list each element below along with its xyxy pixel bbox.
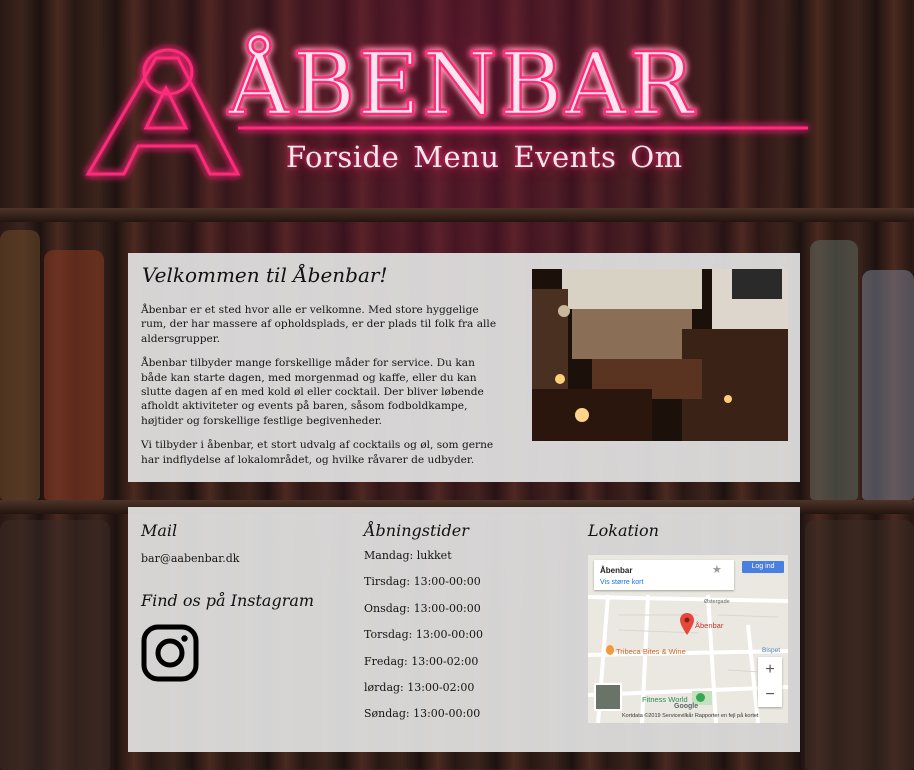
nav-item-menu[interactable]: Menu — [413, 140, 499, 174]
zoom-out-button[interactable]: − — [758, 682, 782, 707]
welcome-title: Velkommen til Åbenbar! — [142, 263, 388, 287]
hours-column: Åbningstider Mandag: lukket Tirsdag: 13:… — [364, 521, 483, 728]
google-logo: Google — [674, 703, 699, 710]
welcome-text: Åbenbar er et sted hvor alle er velkomne… — [141, 303, 501, 477]
map-pin-icon[interactable] — [680, 613, 694, 639]
hours-item: Onsdag: 13:00-00:00 — [364, 601, 481, 615]
area-label: Bispet — [762, 647, 781, 654]
instagram-title: Find os på Instagram — [141, 591, 315, 610]
hours-item: Torsdag: 13:00-00:00 — [364, 628, 483, 642]
bar-interior-photo — [532, 269, 788, 441]
map-larger-link[interactable]: Vis større kort — [600, 579, 643, 586]
welcome-paragraph: Vi tilbyder i åbenbar, et stort udvalg a… — [141, 439, 494, 466]
welcome-paragraph: Åbenbar tilbyder mange forskellige måder… — [141, 357, 484, 427]
welcome-panel: Velkommen til Åbenbar! Åbenbar er et ste… — [128, 253, 800, 482]
location-title: Lokation — [588, 521, 659, 540]
shelf — [0, 208, 914, 222]
bottle — [862, 270, 914, 500]
hours-item: Mandag: lukket — [364, 549, 452, 562]
logo-text: ÅBENBAR — [227, 34, 696, 135]
star-icon[interactable]: ★ — [712, 563, 722, 576]
poi-label: Tribeca Bites & Wine — [616, 647, 686, 656]
nav-item-forside[interactable]: Forside — [286, 140, 399, 174]
satellite-toggle[interactable] — [594, 683, 622, 711]
hours-item: lørdag: 13:00-02:00 — [364, 680, 475, 694]
glasses — [805, 520, 914, 770]
mail-address[interactable]: bar@aabenbar.dk — [141, 552, 314, 565]
zoom-in-button[interactable]: + — [758, 657, 782, 682]
welcome-paragraph: Åbenbar er et sted hvor alle er velkomne… — [141, 304, 497, 345]
hours-item: Tirsdag: 13:00-00:00 — [364, 575, 481, 589]
footer-panel: Mail bar@aabenbar.dk Find os på Instagra… — [128, 507, 800, 752]
main-nav: Forside Menu Events Om — [286, 140, 683, 174]
map-credits: Kortdata ©2019 Servicevilkår Rapporter e… — [622, 713, 759, 719]
gym-icon — [696, 693, 705, 702]
restaurant-icon — [606, 645, 614, 655]
bottle — [0, 230, 40, 500]
embedded-map[interactable]: Åbenbar Vis større kort ★ Log ind Østerg… — [588, 555, 788, 723]
street-label: Østergade — [704, 599, 730, 605]
nav-item-events[interactable]: Events — [513, 140, 616, 174]
hours-item: Søndag: 13:00-00:00 — [364, 707, 481, 721]
mail-title: Mail — [141, 521, 178, 540]
location-column: Lokation — [588, 521, 659, 540]
hours-item: Fredag: 13:00-02:00 — [364, 654, 479, 668]
map-place-name: Åbenbar — [600, 566, 633, 575]
map-pin-label: Åbenbar — [695, 621, 724, 630]
hours-title: Åbningstider — [364, 521, 469, 540]
bottle — [810, 240, 858, 500]
mail-column: Mail bar@aabenbar.dk Find os på Instagra… — [141, 521, 314, 686]
glasses — [0, 520, 110, 770]
map-login-button[interactable]: Log ind — [742, 561, 784, 573]
nav-item-om[interactable]: Om — [630, 140, 682, 174]
instagram-icon[interactable] — [141, 624, 314, 686]
bottle — [44, 250, 104, 500]
zoom-controls: + − — [758, 657, 782, 707]
